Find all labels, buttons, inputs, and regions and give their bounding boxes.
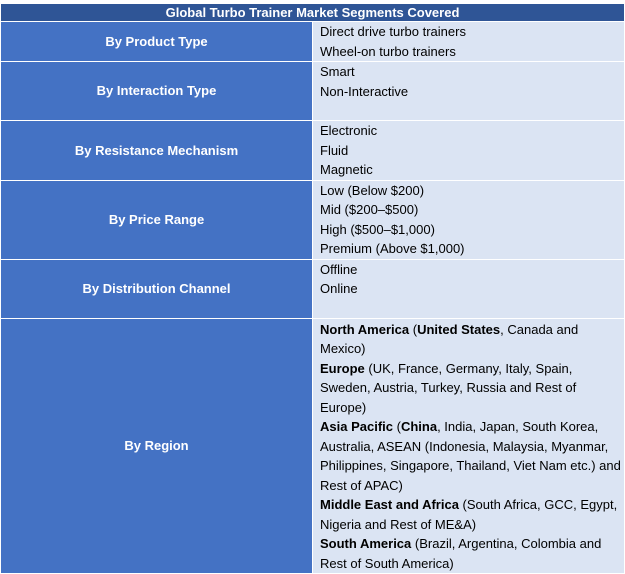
region-item-north-america: North America (United States, Canada and… bbox=[320, 320, 622, 359]
segments-table-wrapper: Global Turbo Trainer Market Segments Cov… bbox=[0, 3, 625, 574]
label-region: By Region bbox=[0, 317, 313, 574]
values-distribution-channel: Offline Online bbox=[312, 258, 625, 319]
list-item: Low (Below $200) bbox=[320, 182, 425, 198]
region-name: Middle East and Africa bbox=[320, 497, 459, 512]
list-item: Fluid bbox=[320, 142, 349, 158]
title-row: Global Turbo Trainer Market Segments Cov… bbox=[0, 3, 625, 22]
row-interaction-type: By Interaction Type Smart Non-Interactiv… bbox=[0, 61, 625, 121]
segments-table: Global Turbo Trainer Market Segments Cov… bbox=[0, 3, 625, 574]
values-resistance-mechanism: Electronic Fluid Magnetic bbox=[312, 120, 625, 181]
table-title: Global Turbo Trainer Market Segments Cov… bbox=[0, 3, 625, 22]
row-region: By Region North America (United States, … bbox=[0, 317, 625, 574]
region-open: ( bbox=[393, 419, 401, 434]
label-product-type: By Product Type bbox=[0, 21, 313, 62]
list-item: Magnetic bbox=[320, 162, 373, 177]
row-product-type: By Product Type Direct drive turbo train… bbox=[0, 21, 625, 62]
label-resistance-mechanism: By Resistance Mechanism bbox=[0, 120, 313, 181]
label-price-range: By Price Range bbox=[0, 179, 313, 260]
list-item: Mid ($200–$500) bbox=[320, 202, 419, 217]
label-interaction-type: By Interaction Type bbox=[0, 61, 313, 121]
region-open: ( bbox=[364, 360, 373, 376]
list-item: Smart bbox=[320, 64, 355, 79]
region-item-europe: Europe (UK, France, Germany, Italy, Spai… bbox=[320, 359, 622, 418]
region-open: ( bbox=[409, 321, 418, 337]
values-region: North America (United States, Canada and… bbox=[312, 317, 625, 574]
list-item: Electronic bbox=[320, 123, 378, 138]
region-name: North America bbox=[320, 321, 410, 337]
list-item: Direct drive turbo trainers bbox=[320, 24, 466, 39]
region-open: ( bbox=[411, 536, 420, 551]
list-item: High ($500–$1,000) bbox=[320, 221, 435, 237]
region-lead-country: China bbox=[400, 419, 438, 434]
list-item: Offline bbox=[320, 261, 358, 277]
region-name: Asia Pacific bbox=[320, 419, 393, 434]
values-price-range: Low (Below $200) Mid ($200–$500) High ($… bbox=[312, 179, 625, 260]
label-distribution-channel: By Distribution Channel bbox=[0, 258, 313, 319]
region-lead-country: United States bbox=[417, 321, 501, 337]
region-name: Europe bbox=[320, 360, 365, 376]
region-name: South America bbox=[320, 536, 412, 551]
region-item-asia-pacific: Asia Pacific (China, India, Japan, South… bbox=[320, 417, 622, 495]
list-item: Wheel-on turbo trainers bbox=[320, 43, 456, 59]
values-interaction-type: Smart Non-Interactive bbox=[312, 61, 625, 121]
list-item: Non-Interactive bbox=[320, 83, 409, 99]
region-item-middle-east-africa: Middle East and Africa (South Africa, GC… bbox=[320, 495, 622, 534]
region-open: ( bbox=[458, 497, 467, 512]
row-price-range: By Price Range Low (Below $200) Mid ($20… bbox=[0, 179, 625, 260]
row-distribution-channel: By Distribution Channel Offline Online bbox=[0, 258, 625, 319]
list-item: Online bbox=[320, 281, 358, 296]
list-item: Premium (Above $1,000) bbox=[320, 241, 465, 256]
values-product-type: Direct drive turbo trainers Wheel-on tur… bbox=[312, 21, 625, 62]
row-resistance-mechanism: By Resistance Mechanism Electronic Fluid… bbox=[0, 120, 625, 181]
region-item-south-america: South America (Brazil, Argentina, Colomb… bbox=[320, 534, 622, 573]
